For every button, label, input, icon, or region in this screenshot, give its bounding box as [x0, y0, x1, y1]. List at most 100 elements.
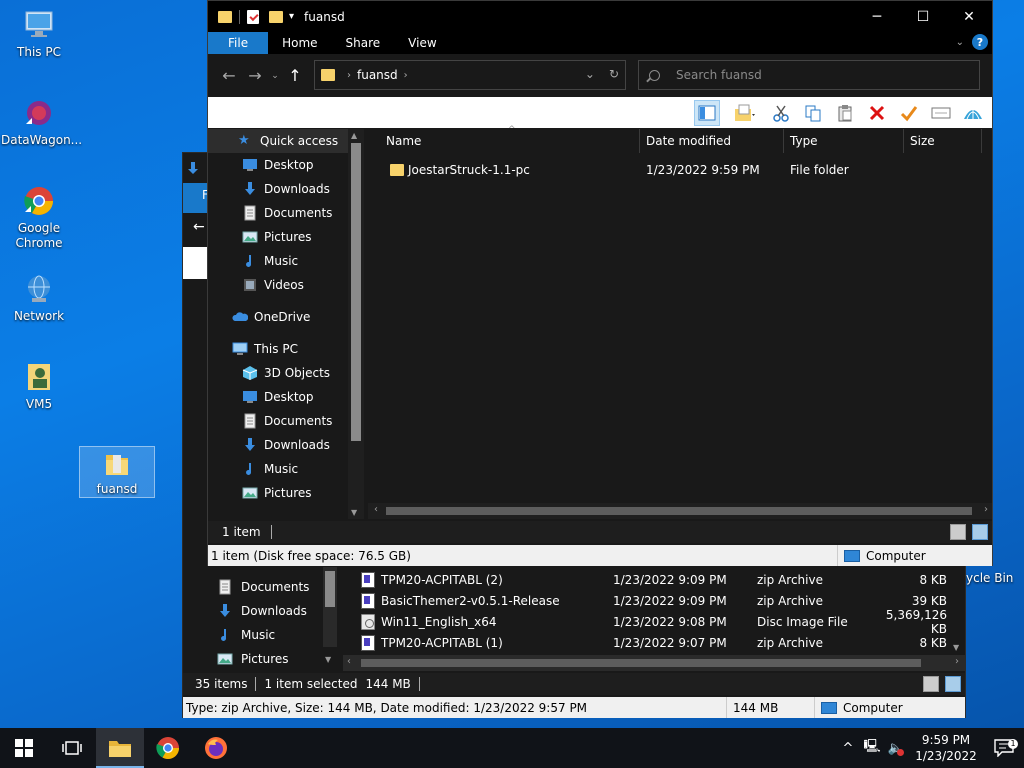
sidebar-item-pc-documents[interactable]: Documents: [208, 409, 364, 433]
explorer-window[interactable]: ▾ fuansd ─ ☐ ✕ File Home Share View ⌄ ? …: [207, 0, 993, 566]
column-size[interactable]: Size: [904, 129, 982, 153]
back-nav-item-downloads[interactable]: Downloads: [209, 599, 369, 623]
scroll-thumb[interactable]: [386, 507, 972, 515]
address-bar[interactable]: › fuansd › ⌄ ↻: [314, 60, 626, 90]
sidebar-item-documents[interactable]: Documents 📌: [208, 201, 364, 225]
copy-icon[interactable]: [800, 100, 826, 126]
sidebar-item-pc-pictures[interactable]: Pictures: [208, 481, 364, 505]
table-row[interactable]: JoestarStruck-1.1-pc 1/23/2022 9:59 PM F…: [368, 159, 992, 181]
search-input[interactable]: Search fuansd: [638, 60, 980, 90]
maximize-button[interactable]: ☐: [900, 1, 946, 32]
volume-muted-icon[interactable]: 🔈: [884, 741, 908, 756]
back-window-file-tab[interactable]: F: [183, 183, 209, 213]
column-date-modified[interactable]: Date modified: [640, 129, 784, 153]
scroll-thumb[interactable]: [325, 571, 335, 607]
scroll-right-icon[interactable]: ›: [984, 504, 988, 515]
desktop-icon-this-pc[interactable]: This PC: [1, 8, 77, 60]
desktop-icon-datawagon[interactable]: DataWagon...: [1, 96, 82, 148]
table-row[interactable]: BasicThemer2-v0.5.1-Release 1/23/2022 9:…: [355, 590, 965, 611]
rename-icon[interactable]: [928, 100, 954, 126]
quick-access-dropdown-icon[interactable]: ▾: [289, 11, 294, 22]
back-nav-scrollbar[interactable]: [323, 567, 337, 647]
scroll-left-icon[interactable]: ‹: [374, 504, 378, 515]
back-horizontal-scrollbar[interactable]: ‹ ›: [343, 655, 965, 671]
sidebar-item-downloads[interactable]: Downloads 📌: [208, 177, 364, 201]
scroll-thumb[interactable]: [351, 143, 361, 441]
forward-arrow-icon[interactable]: →: [242, 66, 268, 85]
sidebar-item-pc-music[interactable]: Music: [208, 457, 364, 481]
table-row[interactable]: Win11_English_x64 1/23/2022 9:08 PM Disc…: [355, 608, 965, 636]
large-icons-view-button[interactable]: [972, 524, 988, 540]
recent-locations-icon[interactable]: ⌄: [268, 71, 282, 81]
chevron-right-icon[interactable]: ›: [404, 70, 408, 81]
sidebar-item-desktop[interactable]: Desktop 📌: [208, 153, 364, 177]
sidebar-item-pc-downloads[interactable]: Downloads: [208, 433, 364, 457]
refresh-icon[interactable]: ↻: [609, 67, 619, 81]
shell-icon[interactable]: [960, 100, 986, 126]
help-icon[interactable]: ?: [972, 34, 988, 50]
desktop-icon-network[interactable]: Network: [1, 272, 77, 324]
back-nav-item-documents[interactable]: Documents: [209, 575, 369, 599]
tab-home[interactable]: Home: [268, 32, 331, 54]
scroll-thumb[interactable]: [361, 659, 921, 667]
tab-view[interactable]: View: [394, 32, 450, 54]
back-list-scroll-down[interactable]: ▼: [953, 643, 959, 652]
sidebar-item-pc-desktop[interactable]: Desktop: [208, 385, 364, 409]
back-window-back-arrow[interactable]: ←: [193, 219, 205, 235]
minimize-button[interactable]: ─: [854, 1, 900, 32]
details-view-button[interactable]: [923, 676, 939, 692]
taskbar-file-explorer[interactable]: [96, 728, 144, 768]
details-view-button[interactable]: [950, 524, 966, 540]
start-button[interactable]: [0, 728, 48, 768]
new-folder-icon[interactable]: [269, 10, 283, 23]
delete-icon[interactable]: [864, 100, 890, 126]
title-bar[interactable]: ▾ fuansd ─ ☐ ✕: [208, 1, 992, 32]
breadcrumb[interactable]: fuansd: [357, 68, 398, 82]
scroll-up-icon[interactable]: ▲: [351, 131, 357, 140]
back-arrow-icon[interactable]: ←: [216, 66, 242, 85]
column-type[interactable]: Type: [784, 129, 904, 153]
action-center-button[interactable]: 1: [984, 739, 1024, 757]
table-row[interactable]: TPM20-ACPITABL (2) 1/23/2022 9:09 PM zip…: [355, 569, 965, 590]
table-row[interactable]: TPM20-ACPITABL (1) 1/23/2022 9:07 PM zip…: [355, 632, 965, 653]
tab-share[interactable]: Share: [332, 32, 395, 54]
chevron-down-icon[interactable]: ⌄: [585, 67, 595, 81]
chevron-right-icon[interactable]: ›: [347, 70, 351, 81]
clock[interactable]: 9:59 PM 1/23/2022: [908, 732, 984, 764]
network-status-icon[interactable]: 🖳: [860, 737, 884, 759]
close-button[interactable]: ✕: [946, 1, 992, 32]
column-name[interactable]: Name: [368, 129, 640, 153]
scroll-down-icon[interactable]: ▼: [351, 508, 357, 517]
navigation-pane-icon[interactable]: [694, 99, 720, 126]
chevron-up-icon[interactable]: ^: [836, 741, 860, 756]
scroll-left-icon[interactable]: ‹: [347, 656, 351, 667]
properties-folder-icon[interactable]: [726, 100, 762, 126]
back-nav-scroll-down[interactable]: ▼: [325, 655, 331, 664]
large-icons-view-button[interactable]: [945, 676, 961, 692]
expand-ribbon-icon[interactable]: ⌄: [956, 37, 964, 48]
tab-file[interactable]: File: [208, 32, 269, 54]
taskbar-firefox[interactable]: [192, 728, 240, 768]
sidebar-item-pictures[interactable]: Pictures 📌: [208, 225, 364, 249]
sidebar-item-videos[interactable]: Videos: [208, 273, 364, 297]
sidebar-item-this-pc[interactable]: This PC: [208, 337, 364, 361]
sidebar-item-music[interactable]: Music: [208, 249, 364, 273]
scroll-right-icon[interactable]: ›: [955, 656, 959, 667]
task-view-button[interactable]: [48, 728, 96, 768]
desktop-icon-vm5[interactable]: VM5: [1, 360, 77, 412]
paste-icon[interactable]: [832, 100, 858, 126]
properties-icon[interactable]: [247, 9, 259, 24]
desktop-icon-google-chrome[interactable]: Google Chrome: [1, 184, 77, 251]
sidebar-item-onedrive[interactable]: OneDrive: [208, 305, 364, 329]
taskbar-chrome[interactable]: [144, 728, 192, 768]
back-window-titlebar[interactable]: [183, 153, 209, 183]
up-arrow-icon[interactable]: ↑: [282, 66, 308, 85]
back-nav-item-music[interactable]: Music: [209, 623, 369, 647]
checkmark-icon[interactable]: [896, 100, 922, 126]
cut-icon[interactable]: [768, 100, 794, 126]
desktop-icon-fuansd[interactable]: fuansd: [79, 446, 155, 498]
sidebar-item-quick-access[interactable]: ★ Quick access: [208, 129, 364, 153]
horizontal-scrollbar[interactable]: ‹ ›: [368, 503, 992, 519]
recycle-bin-label-partial[interactable]: ycle Bin: [966, 571, 1013, 585]
sidebar-item-3d-objects[interactable]: 3D Objects: [208, 361, 364, 385]
